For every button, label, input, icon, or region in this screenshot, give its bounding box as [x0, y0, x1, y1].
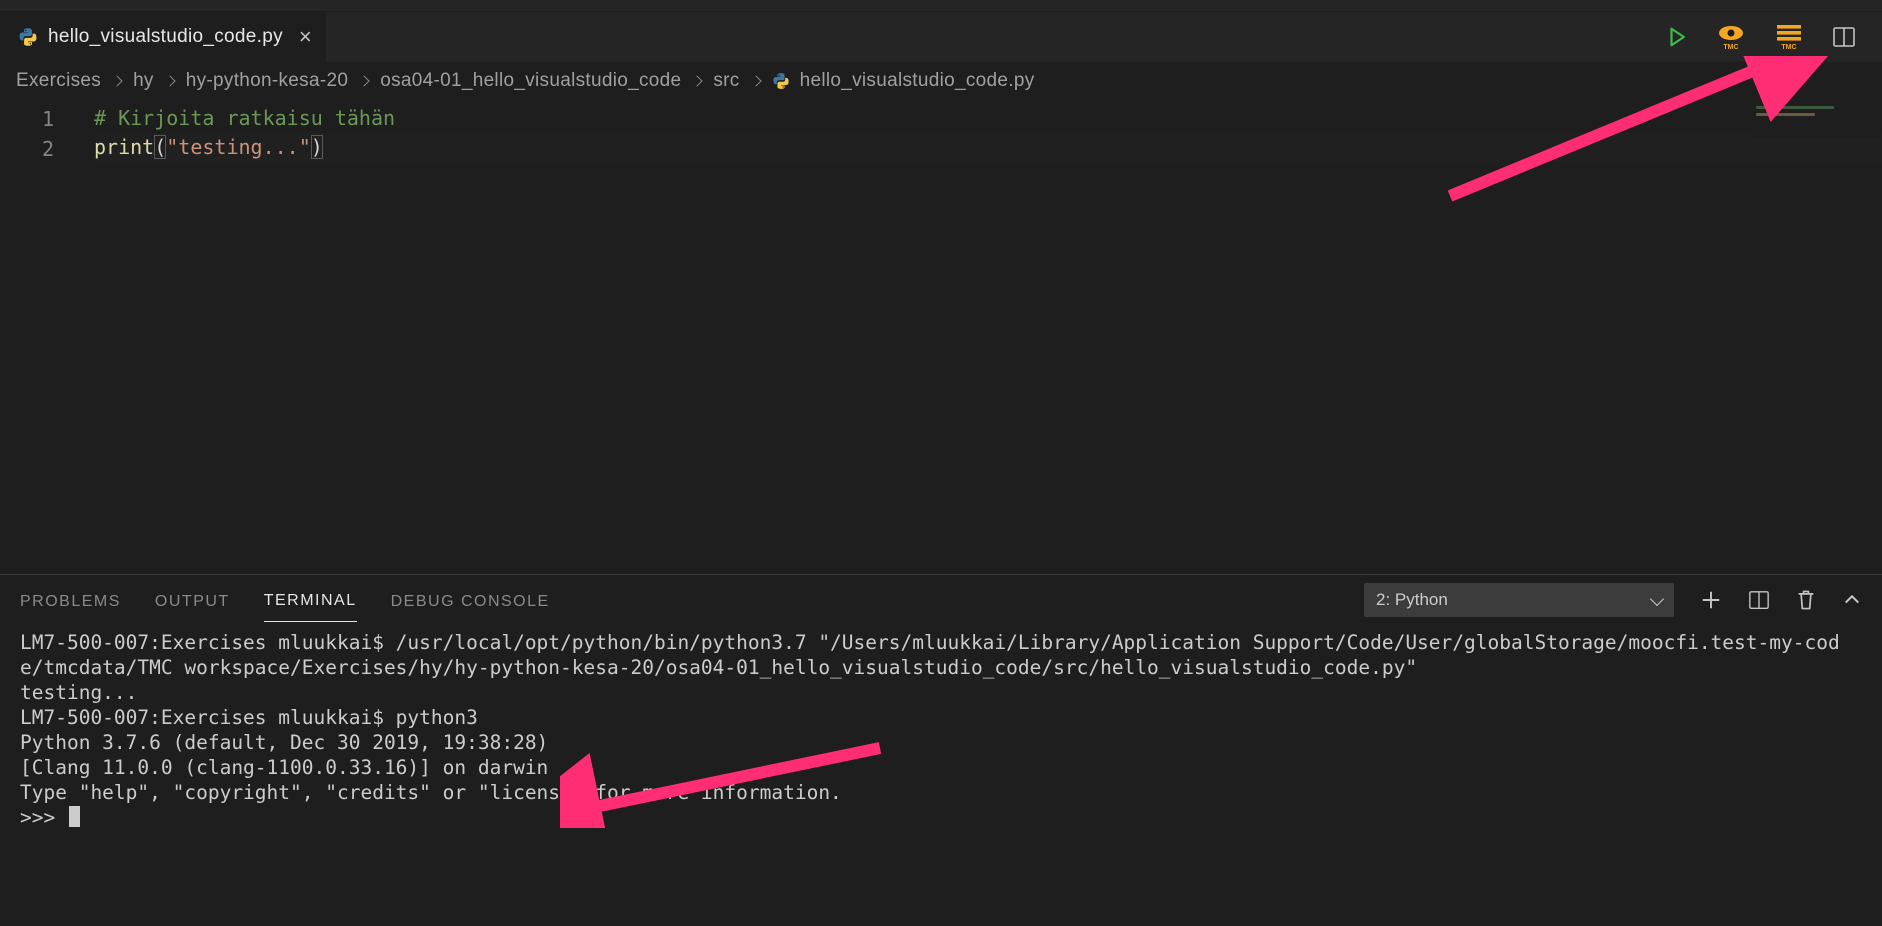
tab-filename: hello_visualstudio_code.py [48, 26, 283, 48]
terminal-selector[interactable]: 2: Python [1364, 583, 1674, 617]
python-file-icon [18, 27, 38, 47]
code-line: # Kirjoita ratkaisu tähän [94, 104, 1882, 133]
close-tab-icon[interactable]: × [299, 26, 312, 48]
panel-tabs: PROBLEMS OUTPUT TERMINAL DEBUG CONSOLE 2… [0, 575, 1882, 625]
terminal-output[interactable]: LM7-500-007:Exercises mluukkai$ /usr/loc… [0, 625, 1882, 926]
chevron-right-icon [164, 75, 175, 86]
crumb[interactable]: osa04-01_hello_visualstudio_code [380, 70, 681, 92]
trash-icon[interactable] [1796, 589, 1816, 611]
run-icon[interactable] [1666, 26, 1688, 48]
chevron-down-icon [1650, 591, 1664, 605]
crumb[interactable]: src [713, 70, 739, 92]
window-top-strip [0, 0, 1882, 12]
crumb-file[interactable]: hello_visualstudio_code.py [800, 70, 1035, 92]
terminal-line: Type "help", "copyright", "credits" or "… [20, 781, 842, 804]
terminal-selector-label: 2: Python [1376, 590, 1448, 610]
crumb[interactable]: hy-python-kesa-20 [186, 70, 348, 92]
terminal-line: LM7-500-007:Exercises mluukkai$ python3 [20, 706, 478, 729]
terminal-cursor [69, 806, 80, 827]
editor-actions: TMC TMC [1656, 12, 1882, 62]
terminal-prompt: >>> [20, 806, 67, 829]
svg-text:TMC: TMC [1781, 44, 1796, 51]
tab-terminal[interactable]: TERMINAL [264, 578, 357, 622]
chevron-right-icon [692, 75, 703, 86]
split-editor-icon[interactable] [1832, 25, 1856, 49]
line-number-gutter: 1 2 [0, 100, 78, 574]
tab-bar: hello_visualstudio_code.py × TMC TMC [0, 12, 1882, 62]
panel-actions: 2: Python [1364, 583, 1862, 617]
chevron-right-icon [750, 75, 761, 86]
code-line: print("testing...") [94, 133, 1882, 162]
terminal-line: LM7-500-007:Exercises mluukkai$ /usr/loc… [20, 631, 1840, 679]
tab-problems[interactable]: PROBLEMS [20, 579, 121, 622]
code-area[interactable]: # Kirjoita ratkaisu tähänprint("testing.… [78, 100, 1882, 574]
new-terminal-icon[interactable] [1700, 589, 1722, 611]
tmc-eye-icon[interactable]: TMC [1716, 23, 1746, 51]
chevron-up-icon[interactable] [1842, 590, 1862, 610]
minimap[interactable] [1750, 102, 1880, 138]
editor-tab[interactable]: hello_visualstudio_code.py × [0, 12, 327, 62]
editor[interactable]: 1 2 # Kirjoita ratkaisu tähänprint("test… [0, 100, 1882, 574]
line-number: 2 [0, 134, 78, 164]
tab-debug-console[interactable]: DEBUG CONSOLE [391, 579, 550, 622]
chevron-right-icon [359, 75, 370, 86]
crumb[interactable]: hy [133, 70, 154, 92]
terminal-line: Python 3.7.6 (default, Dec 30 2019, 19:3… [20, 731, 548, 754]
svg-text:TMC: TMC [1723, 44, 1738, 51]
crumb[interactable]: Exercises [16, 70, 101, 92]
line-number: 1 [0, 104, 78, 134]
tabbar-spacer [327, 12, 1656, 62]
tab-output[interactable]: OUTPUT [155, 579, 230, 622]
terminal-line: [Clang 11.0.0 (clang-1100.0.33.16)] on d… [20, 756, 548, 779]
breadcrumb[interactable]: Exercises hy hy-python-kesa-20 osa04-01_… [0, 62, 1882, 100]
split-terminal-icon[interactable] [1748, 589, 1770, 611]
tmc-menu-icon[interactable]: TMC [1774, 23, 1804, 51]
bottom-panel: PROBLEMS OUTPUT TERMINAL DEBUG CONSOLE 2… [0, 574, 1882, 926]
terminal-line: testing... [20, 681, 137, 704]
chevron-right-icon [111, 75, 122, 86]
python-file-icon [772, 72, 790, 90]
